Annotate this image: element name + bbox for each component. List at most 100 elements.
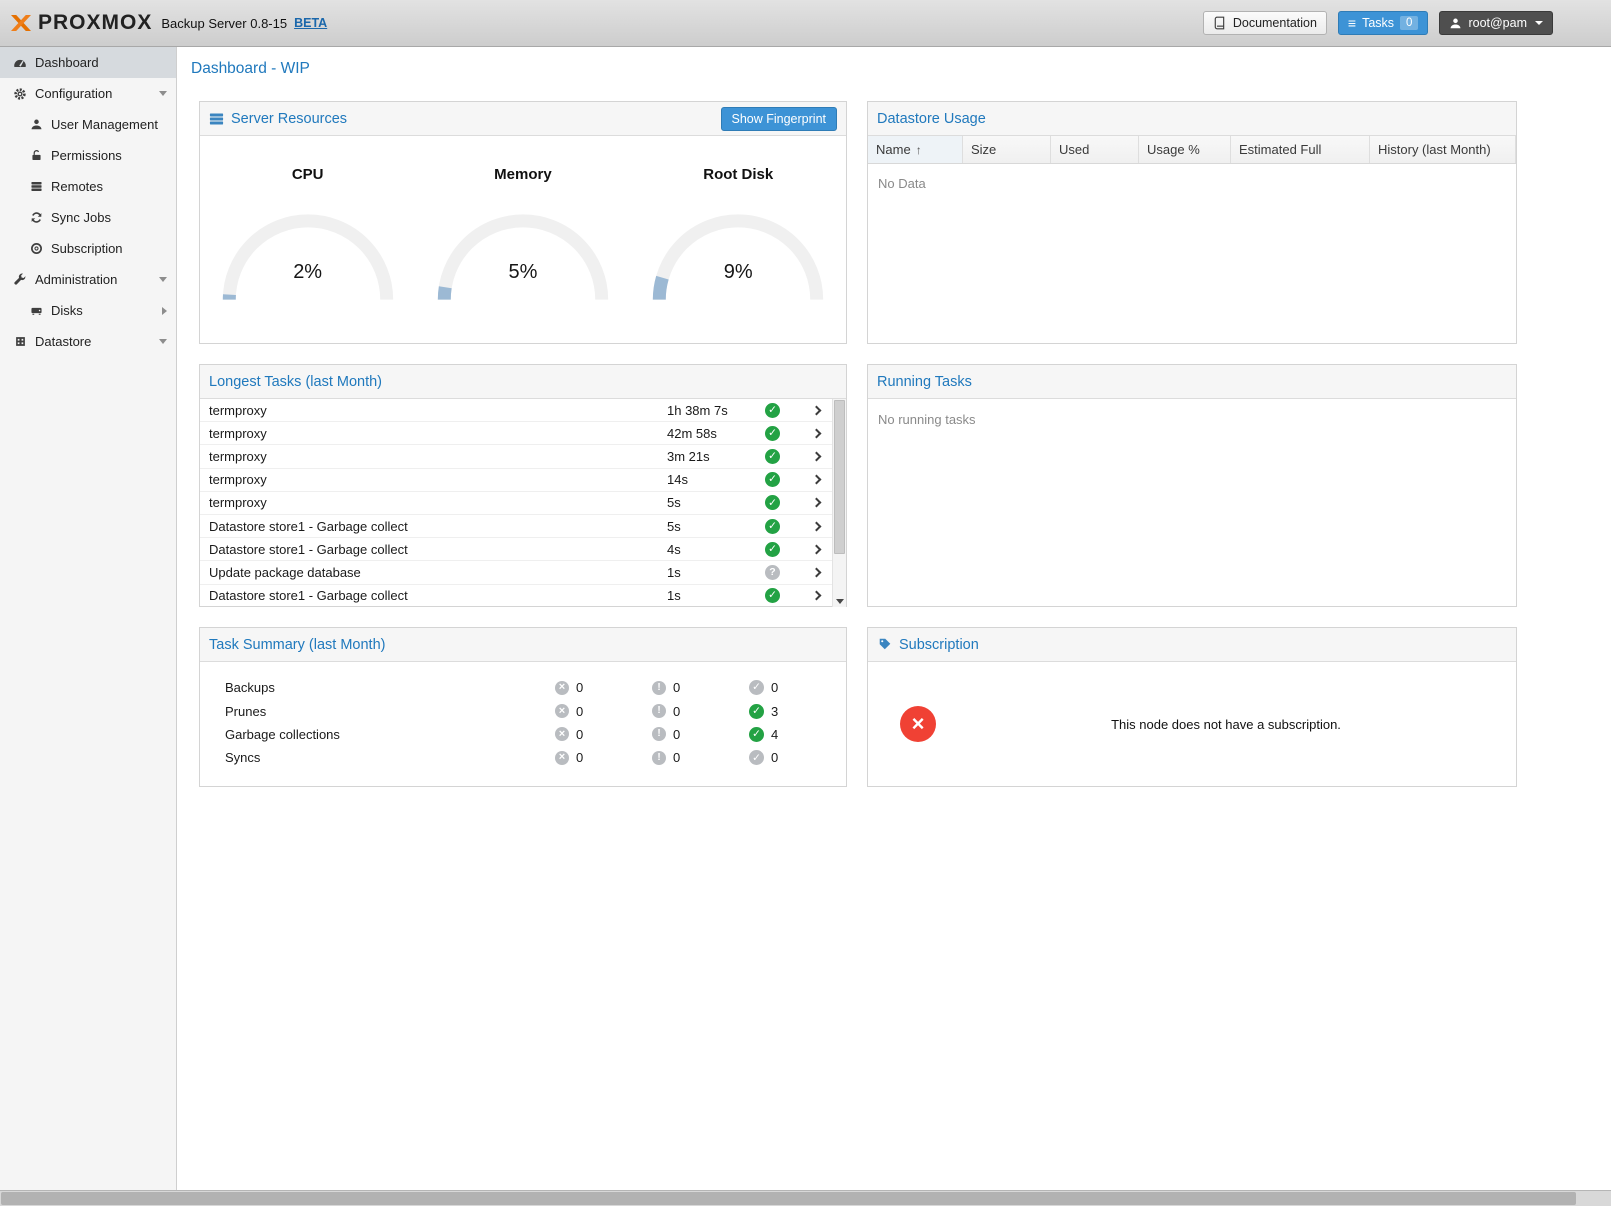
sidebar-item-label: Datastore xyxy=(35,334,91,349)
panel-title: Subscription xyxy=(899,637,979,653)
summary-row: Garbage collections 0 0 ✓4 xyxy=(200,723,846,746)
gauge-arc xyxy=(428,207,618,307)
documentation-label: Documentation xyxy=(1233,16,1317,30)
sidebar-item-subscription[interactable]: Subscription xyxy=(0,233,176,264)
status-icon: ✓ xyxy=(765,588,780,603)
panel-title: Longest Tasks (last Month) xyxy=(209,374,382,390)
ok-icon: ✓ xyxy=(749,680,764,695)
sidebar-item-configuration[interactable]: Configuration xyxy=(0,78,176,109)
task-row[interactable]: Datastore store1 - Garbage collect 4s ✓ xyxy=(200,538,832,561)
datastore-icon xyxy=(12,335,28,348)
chevron-right-icon[interactable] xyxy=(801,569,831,576)
errors-icon xyxy=(555,681,569,695)
chevron-right-icon[interactable] xyxy=(801,407,831,414)
gears-icon xyxy=(12,87,28,101)
user-menu-button[interactable]: root@pam xyxy=(1439,11,1553,35)
task-row[interactable]: termproxy 1h 38m 7s ✓ xyxy=(200,399,832,422)
sidebar-item-dashboard[interactable]: Dashboard xyxy=(0,47,176,78)
sidebar-item-label: Disks xyxy=(51,303,83,318)
chevron-right-icon[interactable] xyxy=(801,546,831,553)
tasks-count-badge: 0 xyxy=(1400,16,1418,30)
panel-title: Datastore Usage xyxy=(877,111,986,127)
cpu-gauge: CPU 2% xyxy=(200,166,415,307)
panel-title: Task Summary (last Month) xyxy=(209,637,385,653)
chevron-right-icon[interactable] xyxy=(801,499,831,506)
status-icon: ✓ xyxy=(765,495,780,510)
sidebar-item-datastore[interactable]: Datastore xyxy=(0,326,176,357)
server-resources-panel: Server Resources Show Fingerprint CPU xyxy=(199,101,847,344)
column-header-history[interactable]: History (last Month) xyxy=(1370,136,1516,163)
column-header-size[interactable]: Size xyxy=(963,136,1051,163)
wrench-icon xyxy=(12,273,28,287)
dashboard-icon xyxy=(12,56,28,70)
no-subscription-error-icon xyxy=(900,706,936,742)
gauge-label: Memory xyxy=(494,166,552,183)
task-row[interactable]: Datastore store1 - Garbage collect 1s ✓ xyxy=(200,585,832,608)
gauge-arc xyxy=(643,207,833,307)
vertical-scrollbar[interactable] xyxy=(832,399,846,607)
chevron-right-icon[interactable] xyxy=(801,592,831,599)
task-row[interactable]: Update package database 1s ? xyxy=(200,561,832,584)
chevron-right-icon[interactable] xyxy=(801,453,831,460)
proxmox-logo: PROXMOX xyxy=(10,11,152,35)
column-header-used[interactable]: Used xyxy=(1051,136,1139,163)
subscription-panel: Subscription This node does not have a s… xyxy=(867,627,1517,787)
proxmox-x-icon xyxy=(10,12,32,34)
chevron-down-icon xyxy=(1535,21,1543,25)
gauge-value: 9% xyxy=(643,261,833,284)
datastore-usage-panel: Datastore Usage Name Size Used Usage % E… xyxy=(867,101,1517,344)
warnings-icon xyxy=(652,704,666,718)
product-version: Backup Server 0.8-15 xyxy=(161,16,287,31)
task-list-icon xyxy=(1348,16,1356,31)
task-row[interactable]: termproxy 42m 58s ✓ xyxy=(200,422,832,445)
task-row[interactable]: Datastore store1 - Garbage collect 5s ✓ xyxy=(200,515,832,538)
chevron-right-icon[interactable] xyxy=(801,476,831,483)
sidebar-item-user-management[interactable]: User Management xyxy=(0,109,176,140)
gauge-label: Root Disk xyxy=(703,166,773,183)
column-header-estimated-full[interactable]: Estimated Full xyxy=(1231,136,1370,163)
errors-icon xyxy=(555,751,569,765)
sidebar: Dashboard Configuration User Management … xyxy=(0,47,177,1190)
panel-title: Running Tasks xyxy=(877,374,972,390)
sidebar-item-administration[interactable]: Administration xyxy=(0,264,176,295)
page-title: Dashboard - WIP xyxy=(177,47,1611,87)
hdd-icon xyxy=(28,304,44,317)
column-header-name[interactable]: Name xyxy=(868,136,963,163)
column-header-usage-pct[interactable]: Usage % xyxy=(1139,136,1231,163)
horizontal-scrollbar[interactable] xyxy=(0,1190,1611,1206)
gauge-arc xyxy=(213,207,403,307)
status-icon: ✓ xyxy=(765,519,780,534)
sidebar-item-sync-jobs[interactable]: Sync Jobs xyxy=(0,202,176,233)
memory-gauge: Memory 5% xyxy=(415,166,630,307)
chevron-right-icon[interactable] xyxy=(801,430,831,437)
subscription-tag-icon xyxy=(877,637,892,652)
sidebar-item-disks[interactable]: Disks xyxy=(0,295,176,326)
documentation-button[interactable]: Documentation xyxy=(1203,11,1327,35)
task-row[interactable]: termproxy 5s ✓ xyxy=(200,492,832,515)
refresh-icon xyxy=(28,211,44,224)
sidebar-item-label: Subscription xyxy=(51,241,123,256)
show-fingerprint-button[interactable]: Show Fingerprint xyxy=(721,107,838,131)
beta-link[interactable]: BETA xyxy=(294,16,327,30)
chevron-right-icon[interactable] xyxy=(801,523,831,530)
errors-icon xyxy=(555,727,569,741)
tasks-button[interactable]: Tasks 0 xyxy=(1338,11,1429,35)
sidebar-item-permissions[interactable]: Permissions xyxy=(0,140,176,171)
task-summary-panel: Task Summary (last Month) Backups 0 0 ✓0… xyxy=(199,627,847,787)
errors-icon xyxy=(555,704,569,718)
sidebar-item-label: User Management xyxy=(51,117,158,132)
summary-row: Prunes 0 0 ✓3 xyxy=(200,699,846,722)
warnings-icon xyxy=(652,751,666,765)
sidebar-item-label: Permissions xyxy=(51,148,122,163)
sidebar-item-remotes[interactable]: Remotes xyxy=(0,171,176,202)
status-icon: ✓ xyxy=(765,542,780,557)
scroll-down-arrow[interactable] xyxy=(833,599,846,604)
gauge-value: 2% xyxy=(213,261,403,284)
task-row[interactable]: termproxy 3m 21s ✓ xyxy=(200,445,832,468)
scrollbar-thumb[interactable] xyxy=(1,1192,1576,1205)
book-icon xyxy=(1213,16,1227,30)
task-row[interactable]: termproxy 14s ✓ xyxy=(200,469,832,492)
status-icon: ✓ xyxy=(765,472,780,487)
sidebar-item-label: Dashboard xyxy=(35,55,99,70)
scrollbar-thumb[interactable] xyxy=(834,400,845,554)
